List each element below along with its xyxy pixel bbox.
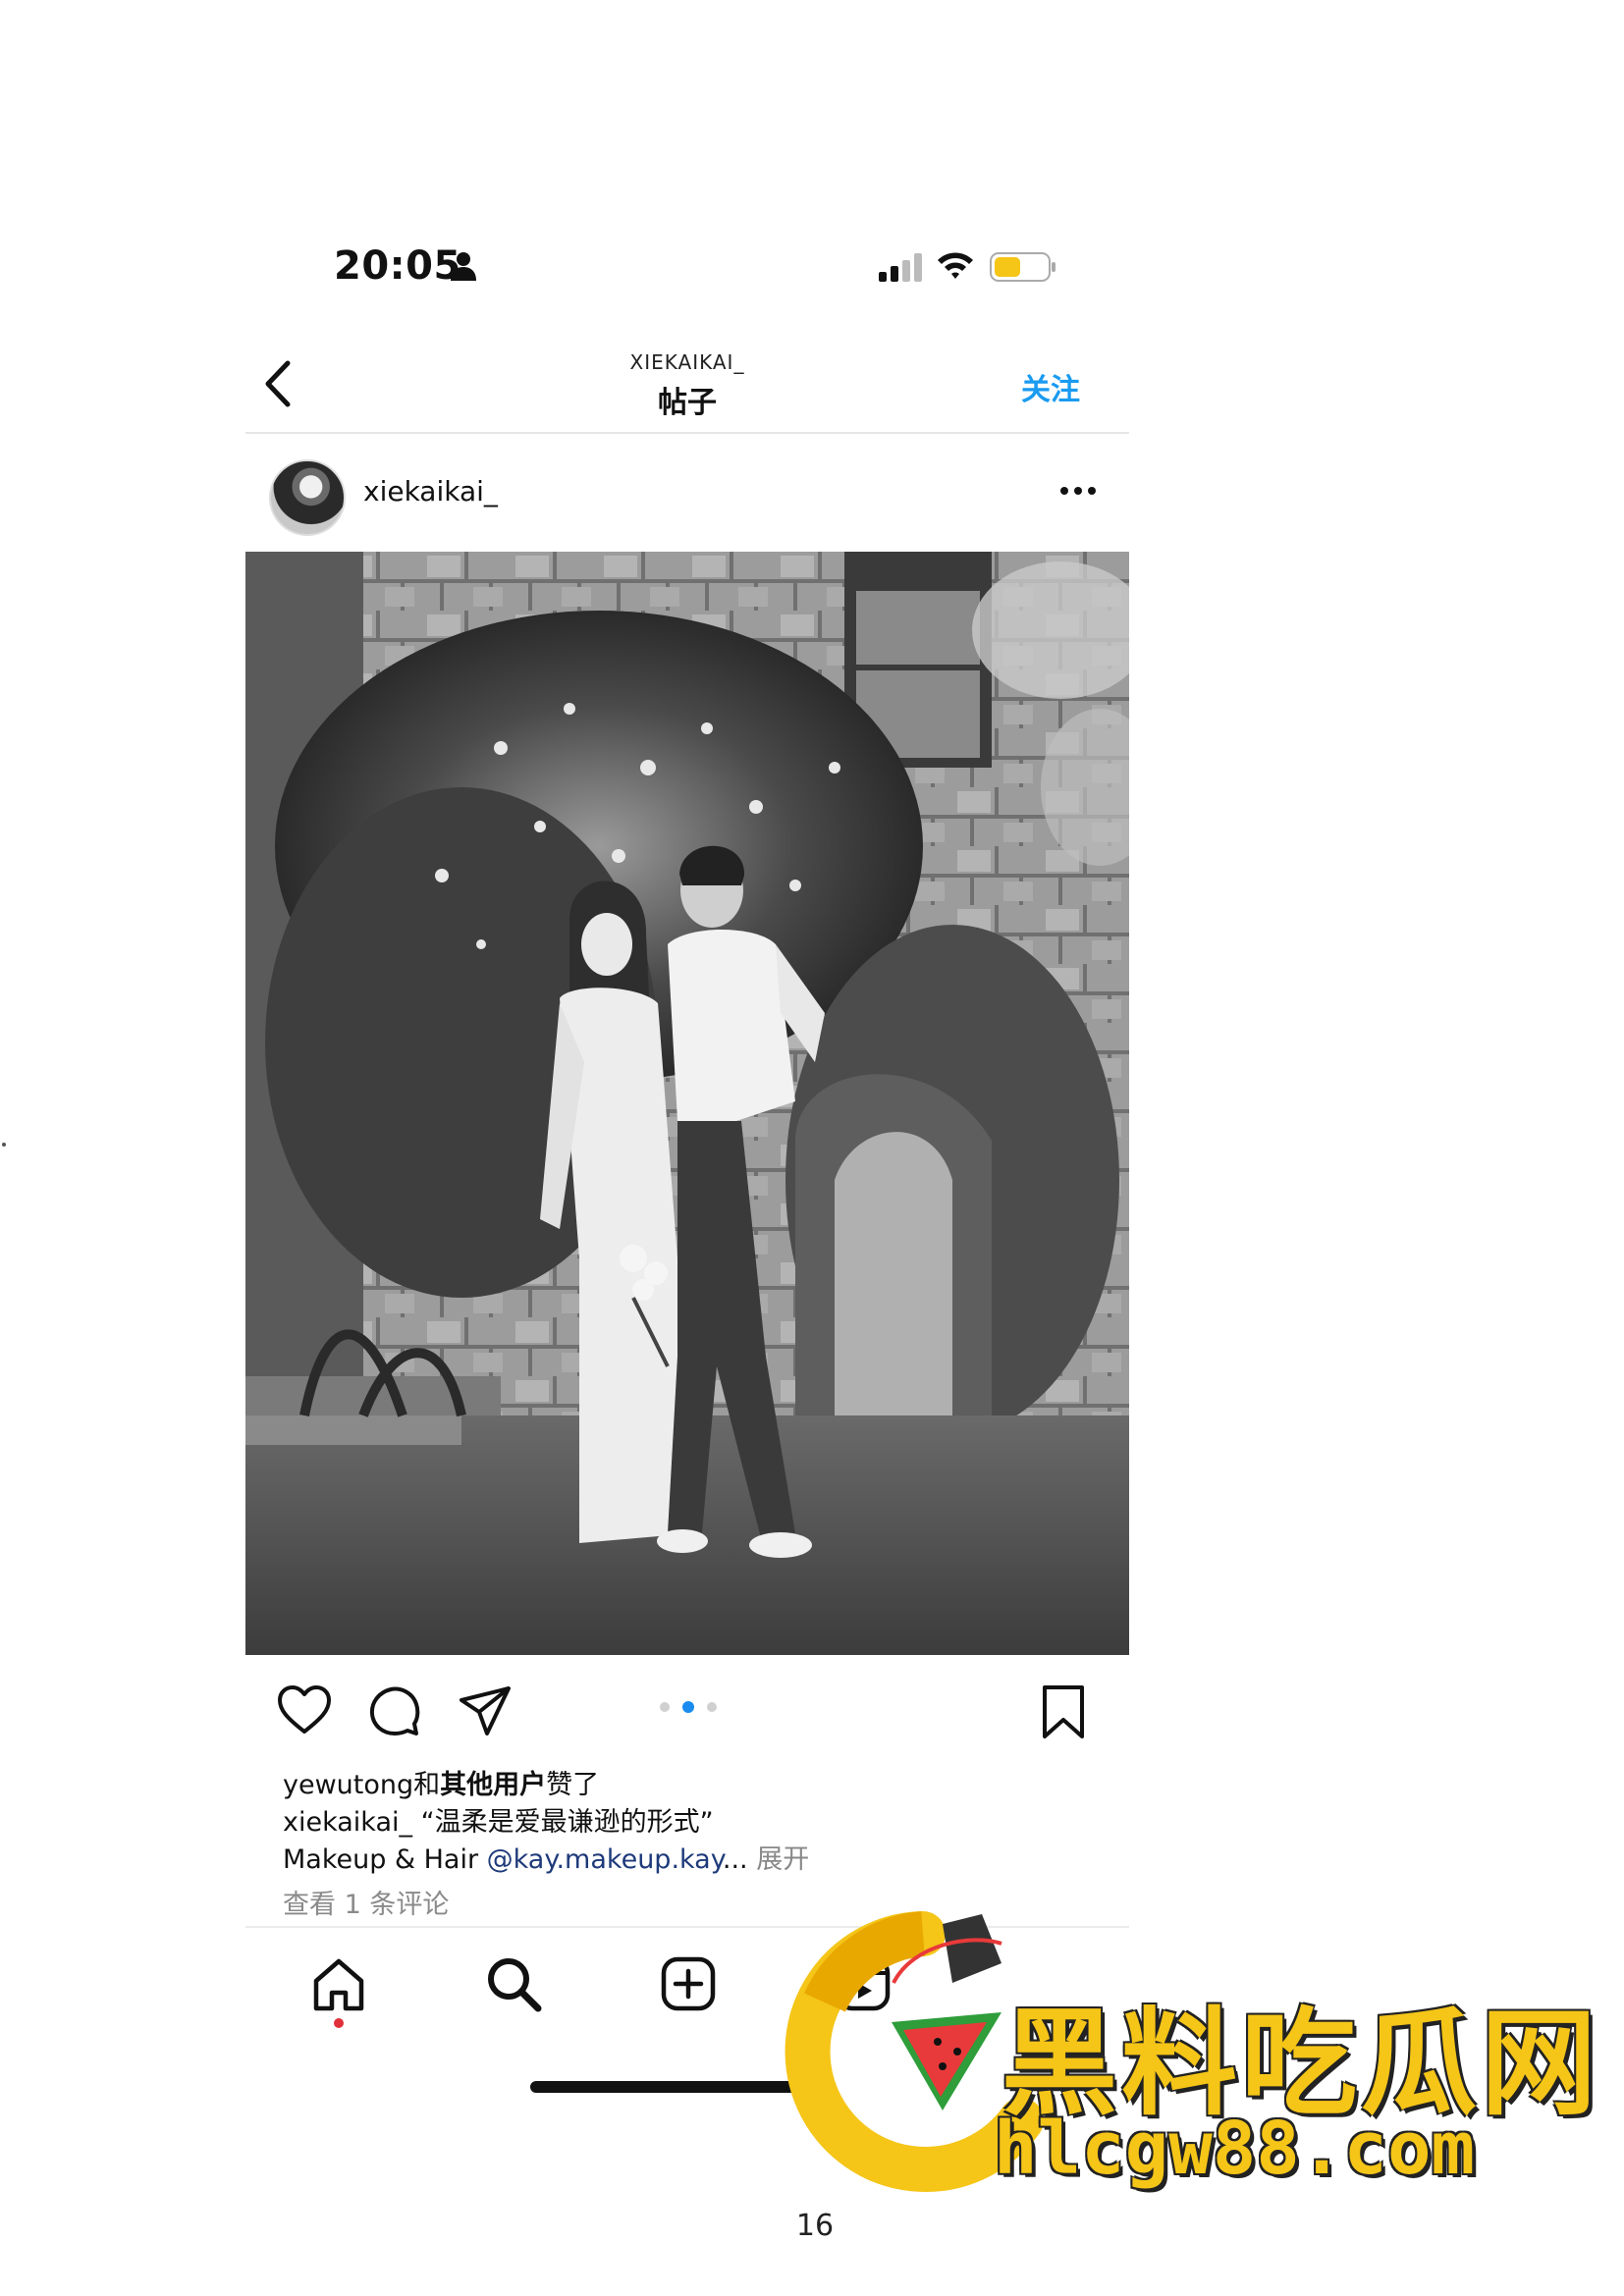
likes-line[interactable]: yewutong和其他用户赞了	[283, 1763, 599, 1801]
post-username[interactable]: xiekaikai_	[363, 475, 498, 507]
caption-text: “温柔是爱最谦逊的形式”	[420, 1807, 714, 1838]
bookmark-icon[interactable]	[1041, 1684, 1086, 1739]
likes-connector: 和	[413, 1770, 441, 1800]
header-divider	[245, 432, 1129, 434]
caption-username[interactable]: xiekaikai_	[283, 1807, 412, 1838]
home-notification-dot	[334, 2018, 344, 2028]
credit-prefix: Makeup & Hair	[283, 1844, 487, 1875]
likes-others[interactable]: 其他用户	[440, 1770, 546, 1800]
status-time: 20:05	[334, 243, 461, 289]
stray-mark	[2, 1143, 6, 1147]
share-icon[interactable]	[458, 1684, 513, 1737]
add-post-icon[interactable]	[660, 1955, 717, 2012]
page-title: 帖子	[658, 386, 717, 420]
likes-suffix: 赞了	[546, 1770, 600, 1800]
wifi-icon	[938, 252, 973, 279]
follow-button[interactable]: 关注	[1021, 365, 1080, 408]
battery-icon	[990, 252, 1056, 282]
credit-line: Makeup & Hair @kay.makeup.kay... 展开	[283, 1838, 809, 1876]
liker-username[interactable]: yewutong	[283, 1770, 413, 1800]
avatar[interactable]	[269, 459, 346, 536]
signal-icon	[879, 253, 922, 282]
post-photo[interactable]	[245, 552, 1129, 1655]
photo-illustration	[245, 552, 1129, 1655]
carousel-dots	[660, 1701, 717, 1713]
mention-link[interactable]: @kay.makeup.kay	[487, 1844, 723, 1875]
watermark-domain: hlcgw88.com	[994, 2107, 1476, 2191]
person-icon	[451, 252, 476, 281]
chevron-left-icon[interactable]	[260, 359, 296, 408]
page-number: 16	[795, 2209, 835, 2243]
expand-link[interactable]: 展开	[748, 1844, 809, 1875]
nav-subtitle: XIEKAIKAI_	[629, 350, 745, 374]
view-comments-link[interactable]: 查看 1 条评论	[283, 1883, 449, 1921]
heart-icon[interactable]	[277, 1684, 332, 1735]
caption: xiekaikai_ “温柔是爱最谦逊的形式”	[283, 1800, 714, 1839]
credit-ellipsis: ...	[722, 1844, 748, 1875]
more-horizontal-icon[interactable]	[1058, 481, 1098, 501]
search-icon[interactable]	[485, 1955, 542, 2012]
comment-icon[interactable]	[367, 1684, 420, 1737]
home-icon[interactable]	[310, 1957, 367, 2012]
